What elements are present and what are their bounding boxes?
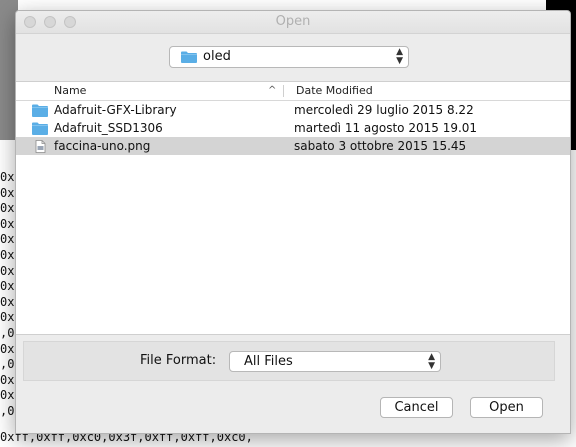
folder-icon xyxy=(32,104,48,117)
updown-chevron-icon: ▲ ▼ xyxy=(428,352,435,371)
cancel-button[interactable]: Cancel xyxy=(380,397,453,418)
folder-icon xyxy=(181,51,197,63)
file-format-select[interactable]: All Files ▲ ▼ xyxy=(229,351,441,372)
file-name: Adafruit-GFX-Library xyxy=(54,103,177,117)
updown-chevron-icon: ▲ ▼ xyxy=(396,47,403,66)
title-bar: Open xyxy=(16,11,570,34)
file-format-label: File Format: xyxy=(140,353,217,368)
folder-icon xyxy=(32,122,48,135)
file-row-adafruit-ssd1306[interactable]: Adafruit_SSD1306 martedì 11 agosto 2015 … xyxy=(16,119,570,137)
open-button[interactable]: Open xyxy=(470,397,543,418)
file-date-modified: mercoledì 29 luglio 2015 8.22 xyxy=(294,103,474,117)
file-date-modified: sabato 3 ottobre 2015 15.45 xyxy=(294,139,467,153)
open-dialog: Open oled ▲ ▼ Name ^ Date Modified Adafru… xyxy=(15,10,571,434)
folder-location-select[interactable]: oled ▲ ▼ xyxy=(169,46,409,68)
column-divider[interactable] xyxy=(283,85,284,97)
file-row-adafruit-gfx-library[interactable]: Adafruit-GFX-Library mercoledì 29 luglio… xyxy=(16,101,570,119)
file-format-value: All Files xyxy=(244,354,293,369)
column-header-name[interactable]: Name xyxy=(54,82,86,100)
current-folder-label: oled xyxy=(203,49,231,64)
column-header-date-modified[interactable]: Date Modified xyxy=(296,82,373,100)
sort-ascending-icon: ^ xyxy=(268,85,277,96)
file-name: Adafruit_SSD1306 xyxy=(54,121,163,135)
image-file-icon xyxy=(35,140,46,153)
file-list-header: Name ^ Date Modified xyxy=(16,82,570,101)
file-browser-list[interactable]: Name ^ Date Modified Adafruit-GFX-Librar… xyxy=(16,81,570,335)
file-row-faccina-uno[interactable]: faccina-uno.png sabato 3 ottobre 2015 15… xyxy=(16,137,570,155)
file-date-modified: martedì 11 agosto 2015 19.01 xyxy=(294,121,478,135)
dialog-title: Open xyxy=(275,14,311,29)
file-format-bar: File Format: All Files ▲ ▼ xyxy=(23,341,555,381)
file-name: faccina-uno.png xyxy=(54,139,151,153)
